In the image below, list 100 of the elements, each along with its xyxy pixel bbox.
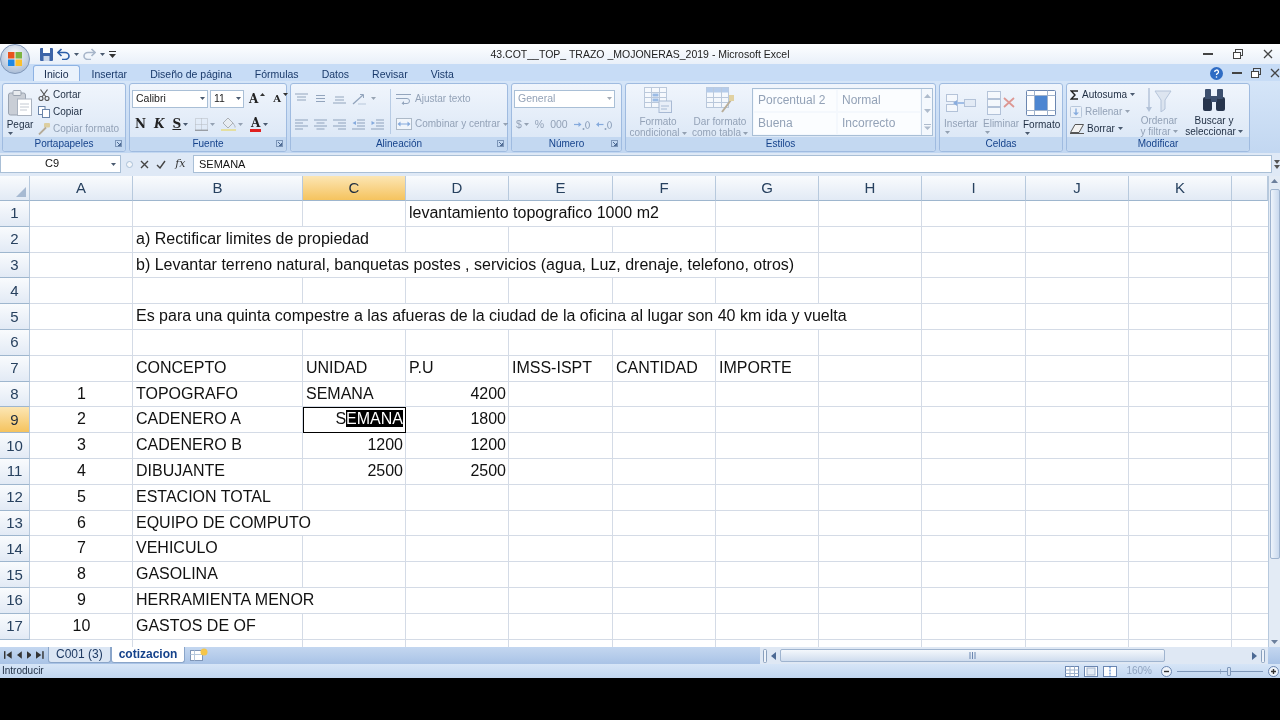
insert-function-button[interactable]: fx: [173, 157, 188, 171]
format-cells-button[interactable]: Formato: [1022, 86, 1060, 137]
split-handle-icon[interactable]: [1261, 648, 1265, 663]
scroll-right-icon[interactable]: [1252, 651, 1257, 660]
row-header[interactable]: 6: [0, 330, 30, 356]
ribbon-tab[interactable]: Fórmulas: [243, 65, 310, 81]
column-header[interactable]: J: [1026, 176, 1129, 201]
column-header[interactable]: K: [1129, 176, 1232, 201]
close-icon[interactable]: [1270, 68, 1280, 78]
row-header[interactable]: 10: [0, 433, 30, 459]
column-header[interactable]: H: [819, 176, 922, 201]
column-header[interactable]: D: [406, 176, 509, 201]
caret-icon: [74, 52, 79, 56]
enter-icon[interactable]: [156, 159, 167, 169]
row-header[interactable]: 17: [0, 613, 30, 640]
row-header[interactable]: 1: [0, 201, 30, 227]
cut-button[interactable]: Cortar: [37, 86, 121, 103]
scroll-up-icon[interactable]: [1271, 179, 1278, 183]
row-header[interactable]: 14: [0, 536, 30, 563]
column-header[interactable]: I: [922, 176, 1026, 201]
row-header[interactable]: 11: [0, 458, 30, 485]
font-color-button[interactable]: A: [247, 115, 272, 134]
row-header[interactable]: 3: [0, 252, 30, 279]
expand-icon[interactable]: [1274, 159, 1280, 169]
row-header[interactable]: 12: [0, 484, 30, 511]
group-title: Fuente: [192, 137, 224, 151]
column-header[interactable]: F: [613, 176, 716, 201]
select-all-icon: [16, 187, 26, 197]
ribbon-tab[interactable]: Datos: [310, 65, 361, 81]
dialog-launcher-icon[interactable]: [115, 140, 122, 147]
find-select-button[interactable]: Buscar y seleccionar: [1182, 86, 1247, 137]
table-cell-text: 1200: [469, 435, 507, 456]
column-header[interactable]: C: [303, 176, 406, 201]
cancel-icon[interactable]: [140, 159, 150, 169]
row-header[interactable]: 9: [0, 407, 30, 434]
name-box[interactable]: C9: [0, 155, 121, 173]
scroll-up-icon[interactable]: [923, 94, 931, 99]
vertical-scrollbar[interactable]: [1268, 176, 1280, 647]
grow-font-button[interactable]: A: [246, 89, 269, 108]
page-break-view-icon[interactable]: [1103, 665, 1118, 677]
more-icon[interactable]: [923, 123, 931, 130]
ribbon-tab[interactable]: Insertar: [80, 65, 139, 81]
zoom-in-icon[interactable]: [1268, 665, 1279, 677]
save-icon[interactable]: [40, 47, 53, 61]
previous-sheet-icon[interactable]: [16, 651, 22, 659]
row-header[interactable]: 2: [0, 226, 30, 253]
copy-button[interactable]: Copiar: [37, 103, 121, 120]
autosum-button[interactable]: Autosuma: [1069, 86, 1137, 103]
help-icon[interactable]: [1210, 66, 1223, 80]
column-header[interactable]: A: [30, 176, 133, 201]
row-header[interactable]: 15: [0, 562, 30, 588]
font-size-select[interactable]: 11: [210, 89, 244, 108]
horizontal-scrollbar[interactable]: [760, 647, 1268, 664]
redo-icon[interactable]: [83, 48, 96, 60]
shrink-font-button[interactable]: A: [270, 89, 292, 108]
ribbon-tab[interactable]: Revisar: [361, 65, 419, 81]
cell-editor[interactable]: SEMANA: [303, 407, 406, 434]
column-header[interactable]: G: [716, 176, 819, 201]
split-handle-icon[interactable]: [763, 648, 767, 663]
underline-button[interactable]: S: [169, 115, 192, 134]
normal-view-icon[interactable]: [1065, 665, 1080, 677]
scroll-thumb[interactable]: [780, 649, 1165, 662]
zoom-out-icon[interactable]: [1161, 665, 1172, 677]
slider-thumb[interactable]: [1226, 666, 1231, 676]
bold-button[interactable]: N: [132, 115, 149, 134]
row-header[interactable]: 16: [0, 587, 30, 614]
italic-button[interactable]: K: [150, 115, 168, 134]
ribbon-tab[interactable]: Vista: [419, 65, 465, 81]
sheet-tab[interactable]: cotizacion: [110, 647, 186, 663]
next-sheet-icon[interactable]: [26, 651, 32, 659]
column-header[interactable]: B: [133, 176, 303, 201]
sheet-tab[interactable]: C001 (3): [48, 647, 111, 663]
row-header[interactable]: 8: [0, 381, 30, 408]
scroll-left-icon[interactable]: [771, 651, 776, 660]
insert-sheet-icon[interactable]: [190, 648, 209, 661]
close-icon[interactable]: [1263, 49, 1273, 59]
paste-button[interactable]: Pegar: [5, 86, 35, 137]
dialog-launcher-icon[interactable]: [276, 140, 283, 147]
row-header[interactable]: 7: [0, 355, 30, 382]
font-name-select[interactable]: Calibri: [132, 89, 208, 108]
ribbon-tab[interactable]: Diseño de página: [139, 65, 243, 81]
formula-field[interactable]: SEMANA: [193, 155, 1272, 173]
row-header[interactable]: 4: [0, 278, 30, 305]
first-sheet-icon[interactable]: [4, 651, 12, 659]
row-header[interactable]: 13: [0, 510, 30, 537]
scroll-down-icon[interactable]: [1271, 640, 1278, 644]
page-layout-view-icon[interactable]: [1084, 665, 1099, 677]
caret-icon: [985, 130, 990, 134]
scroll-thumb[interactable]: [1269, 189, 1280, 559]
scroll-down-icon[interactable]: [923, 109, 931, 113]
last-sheet-icon[interactable]: [36, 651, 44, 659]
row-header[interactable]: 5: [0, 304, 30, 330]
customize-toolbar-icon[interactable]: [109, 50, 116, 58]
column-header[interactable]: E: [509, 176, 613, 201]
ribbon-tab[interactable]: Inicio: [33, 65, 80, 81]
clear-button[interactable]: Borrar: [1069, 120, 1137, 137]
select-all-button[interactable]: [0, 176, 30, 201]
caret-icon: [607, 97, 612, 101]
undo-icon[interactable]: [57, 48, 70, 60]
column-header[interactable]: [1232, 176, 1268, 201]
